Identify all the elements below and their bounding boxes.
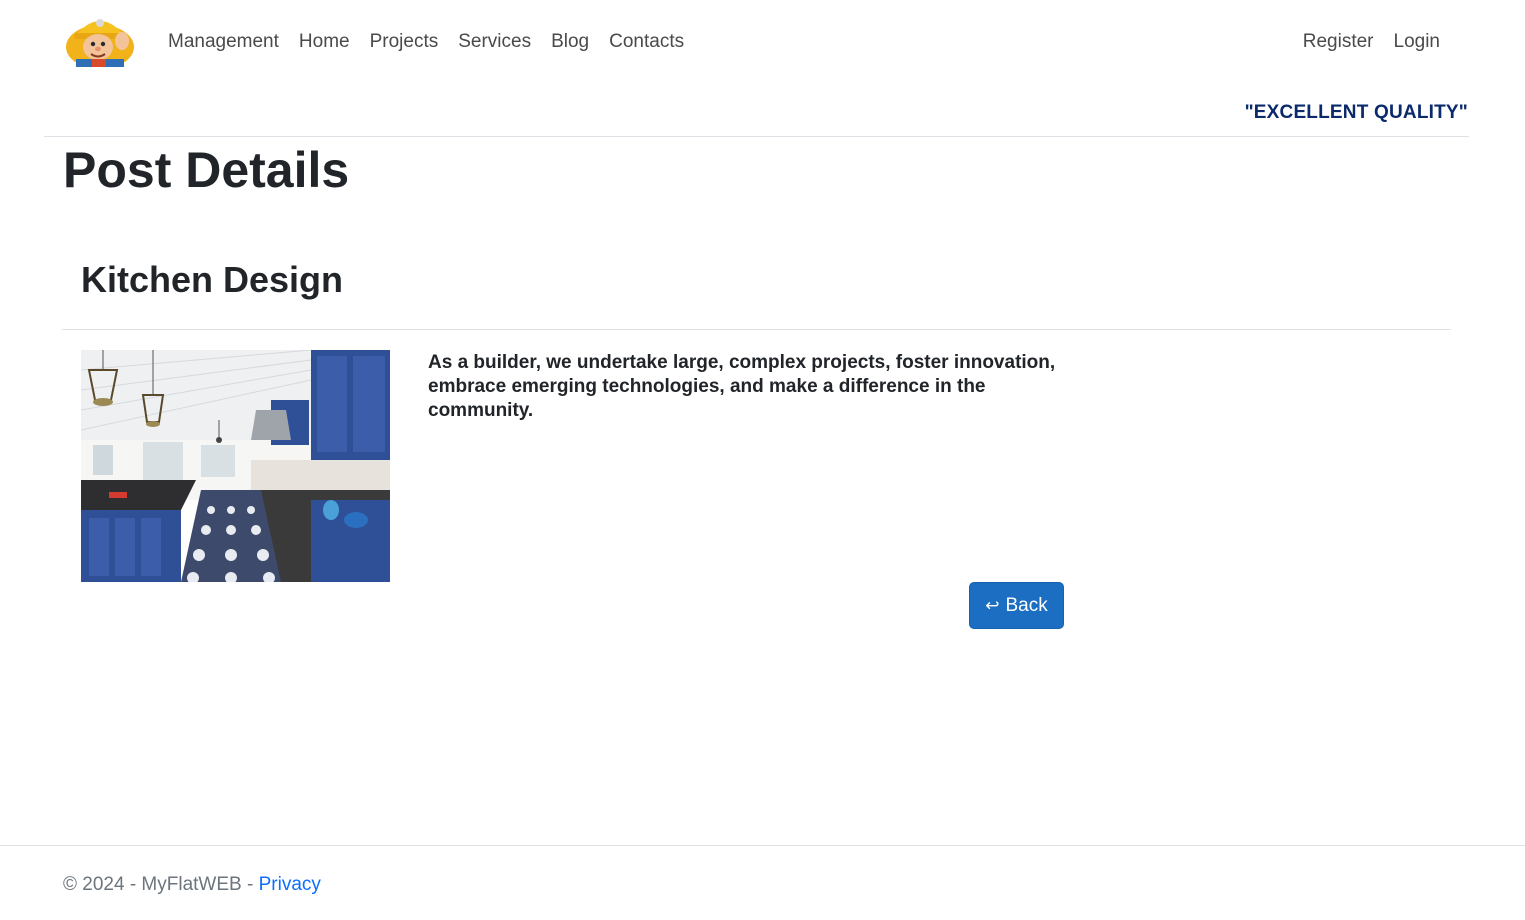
nav-link-management[interactable]: Management	[158, 28, 289, 56]
post-title-divider	[62, 329, 1451, 330]
builder-mascot-icon[interactable]	[62, 13, 138, 69]
tagline: "EXCELLENT QUALITY"	[1244, 102, 1468, 123]
top-navbar: Management Home Projects Services Blog C…	[0, 0, 1525, 84]
kitchen-photo	[81, 350, 390, 582]
privacy-link[interactable]: Privacy	[259, 874, 321, 895]
return-arrow-icon: ↩	[985, 596, 1000, 615]
header-divider	[44, 136, 1469, 137]
footer-copyright: © 2024 - MyFlatWEB -	[63, 874, 259, 895]
nav-link-blog[interactable]: Blog	[541, 28, 599, 56]
footer: © 2024 - MyFlatWEB - Privacy	[63, 872, 321, 898]
post-title: Kitchen Design	[81, 259, 344, 300]
nav-link-login[interactable]: Login	[1384, 28, 1451, 56]
nav-link-register[interactable]: Register	[1293, 28, 1384, 56]
back-button[interactable]: ↩ Back	[969, 582, 1064, 629]
footer-divider	[0, 845, 1525, 846]
back-button-label: Back	[1005, 594, 1048, 616]
main-nav: Management Home Projects Services Blog C…	[158, 28, 694, 56]
account-nav: Register Login	[1293, 28, 1450, 56]
nav-link-projects[interactable]: Projects	[360, 28, 449, 56]
nav-link-services[interactable]: Services	[448, 28, 541, 56]
nav-link-contacts[interactable]: Contacts	[599, 28, 694, 56]
page-title: Post Details	[63, 142, 350, 198]
nav-link-home[interactable]: Home	[289, 28, 360, 56]
post-body-text: As a builder, we undertake large, comple…	[428, 352, 1056, 421]
